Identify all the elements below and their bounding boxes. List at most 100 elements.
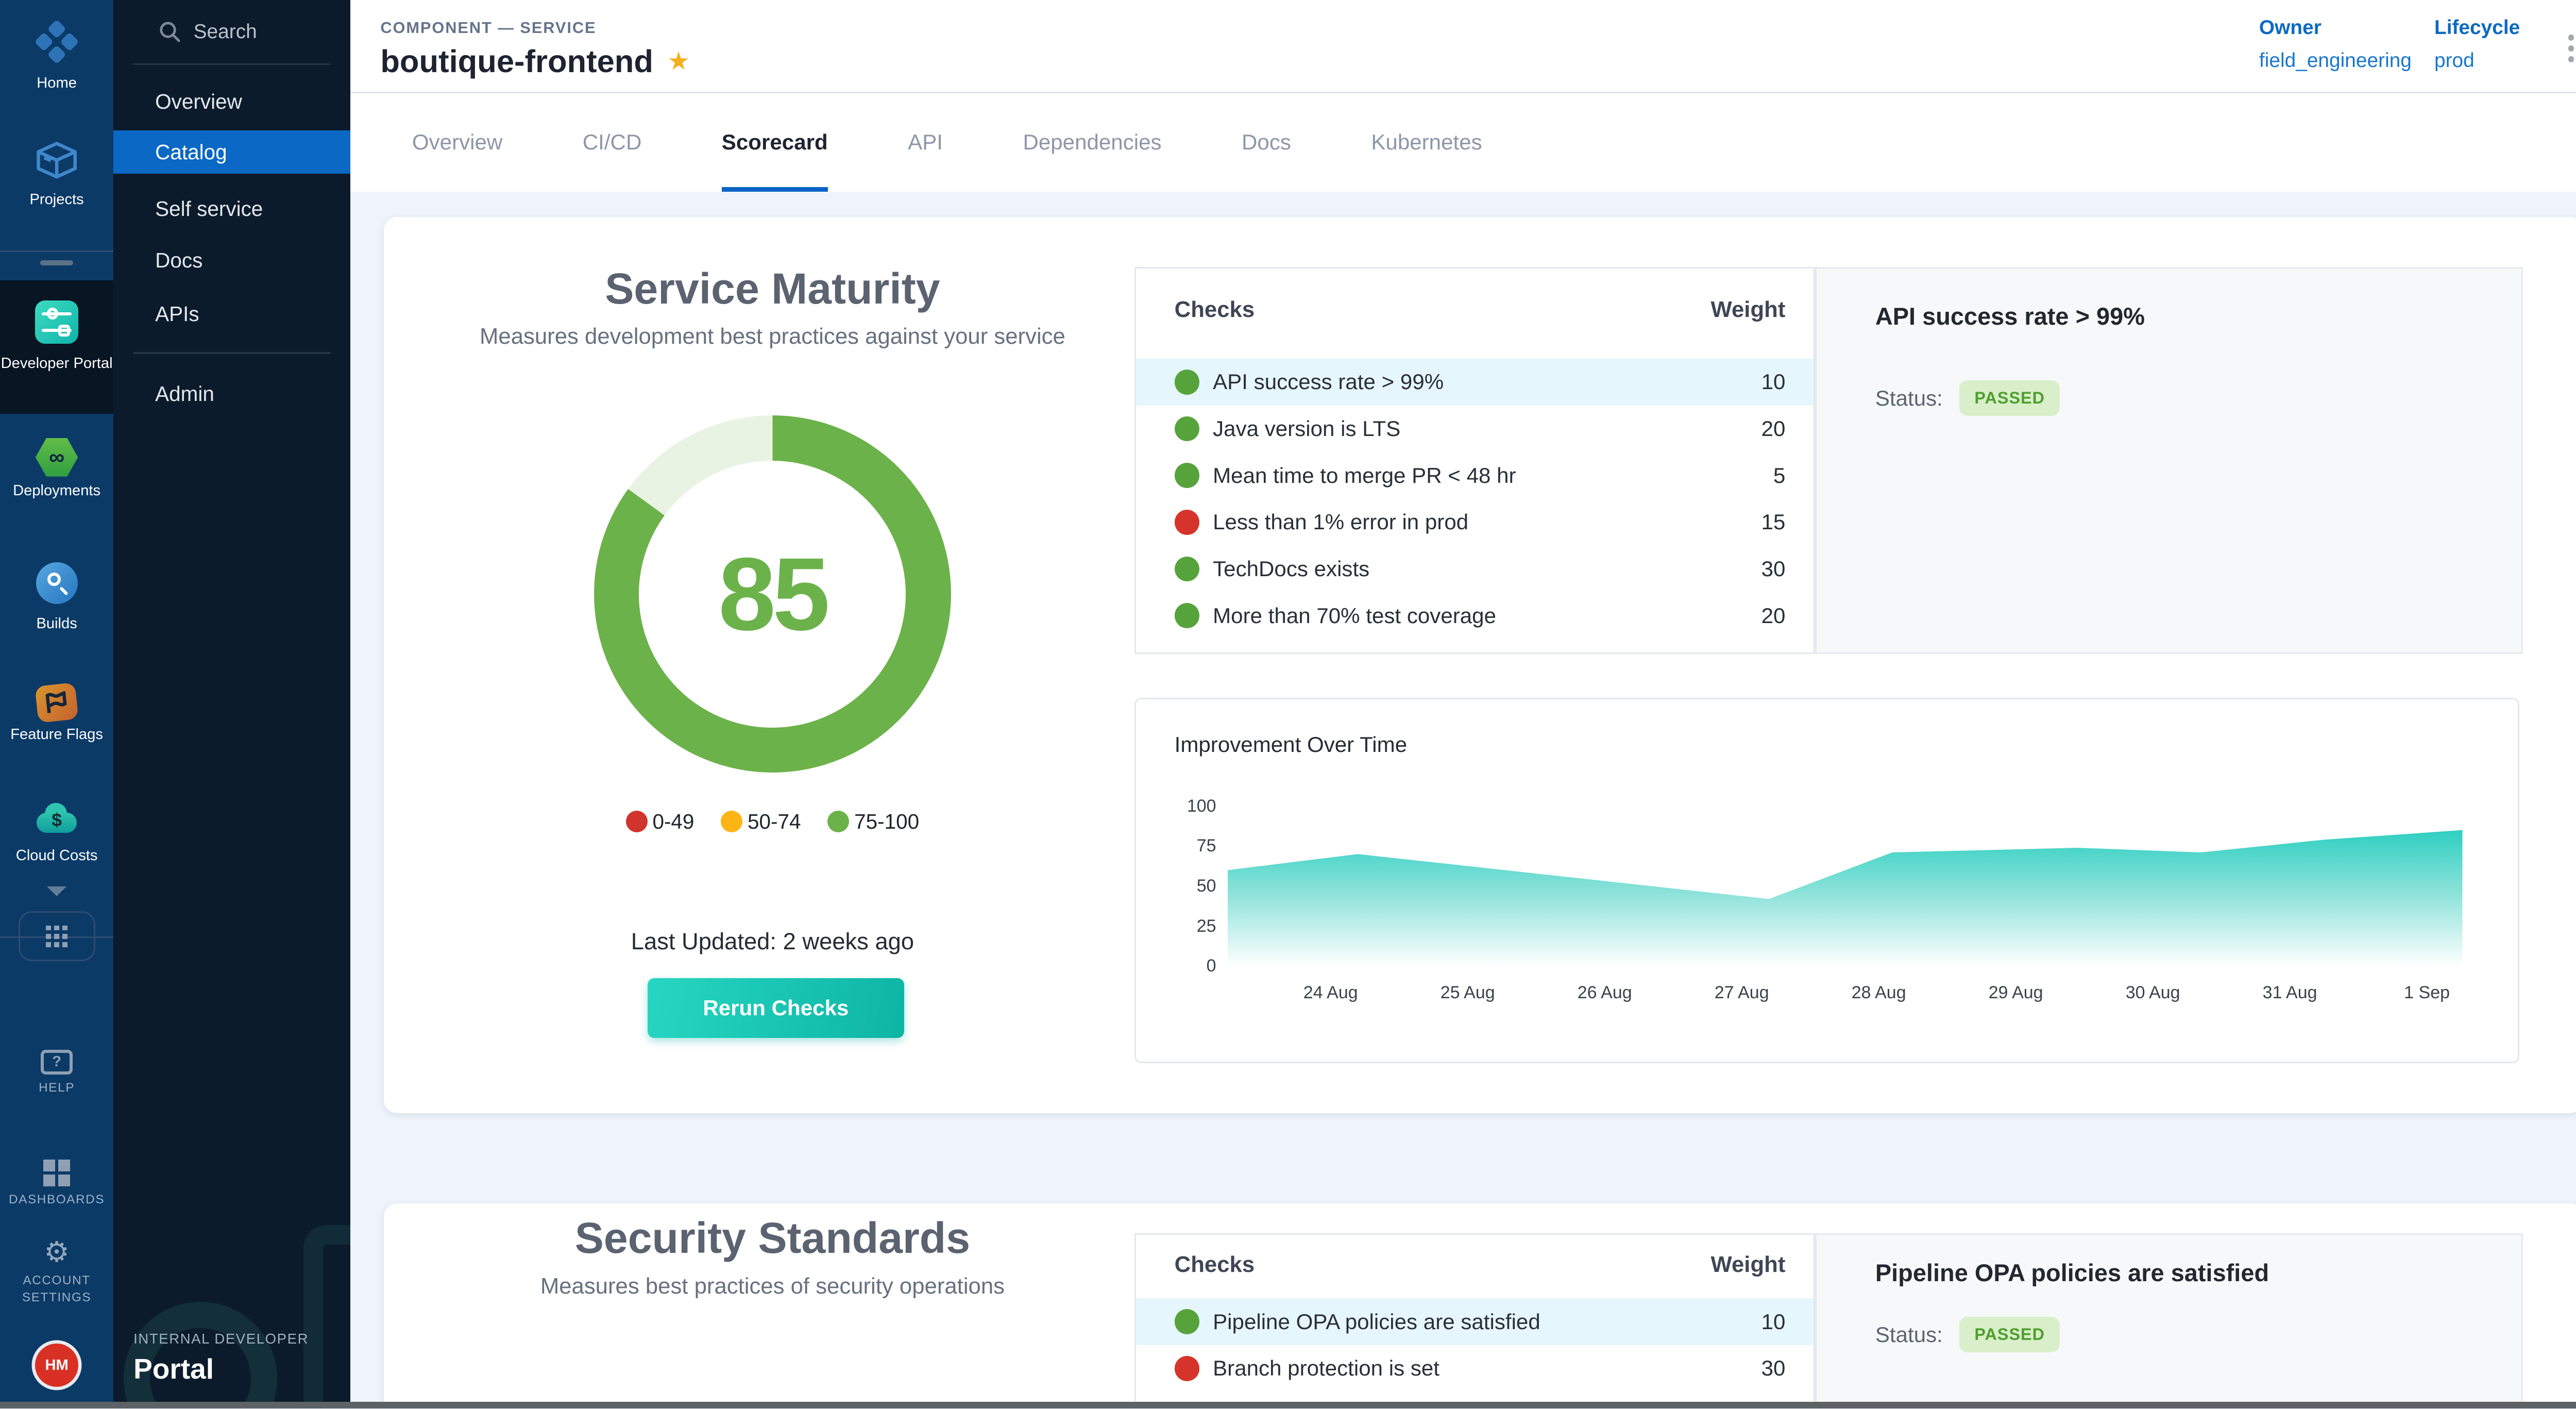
maturity-score-donut: 85 — [594, 415, 951, 773]
weight-column-header: Weight — [1711, 297, 1786, 323]
x-axis-tick: 28 Aug — [1834, 983, 1924, 1003]
x-axis-tick: 29 Aug — [1971, 983, 2061, 1003]
gear-icon: ⚙ — [44, 1236, 69, 1268]
rail-label: ACCOUNT SETTINGS — [7, 1272, 107, 1306]
lifecycle-value[interactable]: prod — [2434, 49, 2576, 72]
check-row[interactable]: Mean time to merge PR < 48 hr 5 — [1136, 452, 1814, 499]
tab-cicd[interactable]: CI/CD — [583, 93, 642, 192]
sidenav-item-admin[interactable]: Admin — [113, 372, 350, 415]
tab-docs[interactable]: Docs — [1242, 93, 1291, 192]
legend-item-high: 75-100 — [827, 810, 919, 834]
sidenav-search[interactable]: Search — [113, 13, 350, 50]
check-row[interactable]: Pipeline OPA policies are satisfied 10 — [1136, 1298, 1814, 1345]
owner-value[interactable]: field_engineering — [2259, 49, 2443, 72]
service-maturity-card: Service Maturity Measures development be… — [384, 217, 2576, 1113]
check-status-icon — [1175, 1309, 1200, 1334]
check-row[interactable]: TechDocs exists 30 — [1136, 546, 1814, 593]
x-axis-tick: 30 Aug — [2108, 983, 2198, 1003]
maturity-score-value: 85 — [718, 534, 826, 654]
sliders-icon — [35, 300, 78, 344]
check-row[interactable]: Branch protection is set 30 — [1136, 1345, 1814, 1392]
check-row[interactable]: Less than 1% error in prod 15 — [1136, 499, 1814, 546]
infinity-hexagon-icon: ∞ — [35, 437, 78, 477]
rail-item-dashboards[interactable]: DASHBOARDS — [0, 1147, 113, 1208]
rail-resize-handle[interactable] — [40, 260, 74, 265]
checks-column-header: Checks — [1175, 297, 1255, 323]
sidenav-item-self-service[interactable]: Self service — [113, 187, 350, 230]
rail-divider — [0, 250, 113, 252]
check-status-icon — [1175, 510, 1200, 535]
module-switcher-button[interactable] — [19, 911, 95, 961]
checks-rows: API success rate > 99% 10 Java version i… — [1136, 359, 1814, 639]
last-updated-text: Last Updated: 2 weeks ago — [384, 928, 1161, 955]
scorecard-subtitle: Measures best practices of security oper… — [384, 1273, 1161, 1299]
rail-item-builds[interactable]: Builds — [0, 562, 113, 632]
rail-item-projects[interactable]: Projects — [0, 140, 113, 208]
tab-dependencies[interactable]: Dependencies — [1023, 93, 1161, 192]
check-row[interactable]: API success rate > 99% 10 — [1136, 359, 1814, 406]
check-row[interactable]: Java version is LTS 20 — [1136, 406, 1814, 452]
legend-dot-green — [827, 811, 849, 832]
tab-overview[interactable]: Overview — [412, 93, 502, 192]
status-label: Status: — [1875, 386, 1943, 411]
check-label: Mean time to merge PR < 48 hr — [1213, 463, 1773, 488]
y-axis-tick: 25 — [1166, 916, 1216, 936]
check-label: Less than 1% error in prod — [1213, 510, 1761, 534]
checks-table-header: Checks Weight — [1136, 1252, 1814, 1278]
check-weight: 30 — [1761, 1356, 1786, 1381]
detail-status-row: Status: PASSED — [1875, 1317, 2521, 1352]
security-checks-table: Checks Weight Pipeline OPA policies are … — [1134, 1233, 1815, 1408]
dashboards-grid-icon — [43, 1160, 70, 1186]
owner-link[interactable]: Owner field_engineering — [2259, 16, 2443, 72]
tab-kubernetes[interactable]: Kubernetes — [1371, 93, 1482, 192]
search-icon — [159, 21, 180, 42]
check-label: Java version is LTS — [1213, 416, 1761, 441]
rail-item-deployments[interactable]: ∞ Deployments — [0, 437, 113, 499]
check-status-icon — [1175, 557, 1200, 582]
owner-label: Owner — [2259, 16, 2443, 39]
y-axis-tick: 50 — [1166, 876, 1216, 896]
tab-api[interactable]: API — [908, 93, 943, 192]
check-weight: 10 — [1761, 370, 1786, 394]
favorite-star-icon[interactable]: ★ — [667, 47, 690, 76]
detail-title: API success rate > 99% — [1817, 269, 2521, 330]
rerun-checks-button[interactable]: Rerun Checks — [648, 978, 905, 1038]
rail-item-home[interactable]: Home — [0, 20, 113, 91]
rail-label: Home — [0, 75, 113, 91]
detail-status-row: Status: PASSED — [1875, 380, 2521, 416]
rail-item-account-settings[interactable]: ⚙ ACCOUNT SETTINGS — [0, 1237, 113, 1306]
sidenav-item-catalog[interactable]: Catalog — [113, 130, 350, 174]
check-label: Pipeline OPA policies are satisfied — [1213, 1310, 1761, 1334]
rail-label: Feature Flags — [0, 726, 113, 743]
user-avatar[interactable]: HM — [35, 1344, 78, 1387]
sidenav-item-docs[interactable]: Docs — [113, 239, 350, 282]
rail-item-feature-flags[interactable]: Feature Flags — [0, 684, 113, 743]
check-weight: 30 — [1761, 557, 1786, 581]
sidenav-item-overview[interactable]: Overview — [113, 80, 350, 123]
chevron-down-icon[interactable] — [47, 886, 66, 896]
sidenav-item-apis[interactable]: APIs — [113, 292, 350, 336]
portal-sidenav: Search Overview Catalog Self service Doc… — [113, 0, 350, 1408]
x-axis-tick: 31 Aug — [2245, 983, 2335, 1003]
build-circle-icon — [36, 562, 78, 604]
check-status-icon — [1175, 463, 1200, 488]
x-axis-tick: 24 Aug — [1285, 983, 1376, 1003]
check-detail-panel: API success rate > 99% Status: PASSED — [1815, 267, 2522, 654]
rail-item-cloud-costs[interactable]: $ Cloud Costs — [0, 803, 113, 864]
legend-label: 0-49 — [652, 810, 694, 834]
improvement-chart: Improvement Over Time 1007550250 24 Aug2… — [1134, 698, 2519, 1063]
rail-item-help[interactable]: ? HELP — [0, 1042, 113, 1097]
check-row[interactable]: More than 70% test coverage 20 — [1136, 592, 1814, 639]
rail-item-developer-portal[interactable]: Developer Portal — [0, 300, 113, 372]
more-options-icon[interactable] — [2556, 27, 2576, 70]
window-bottom-edge — [0, 1402, 2576, 1408]
footer-kicker: INTERNAL DEVELOPER — [133, 1331, 309, 1347]
footer-title: Portal — [133, 1352, 309, 1385]
chat-question-icon: ? — [41, 1050, 73, 1075]
legend-dot-red — [626, 811, 648, 832]
y-axis-tick: 0 — [1166, 956, 1216, 976]
score-legend: 0-49 50-74 75-100 — [384, 810, 1161, 834]
tab-scorecard[interactable]: Scorecard — [722, 93, 828, 192]
check-weight: 20 — [1761, 603, 1786, 628]
lifecycle-link[interactable]: Lifecycle prod — [2434, 16, 2576, 72]
